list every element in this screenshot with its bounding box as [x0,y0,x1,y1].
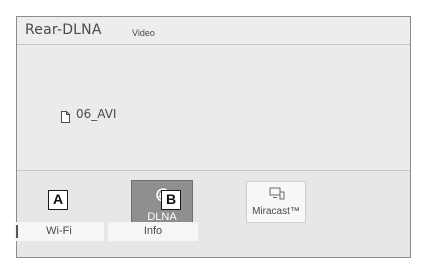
media-type-label: Video [132,28,155,38]
screen-header: Rear-DLNA Video [17,17,410,45]
tab-info-label: Info [143,225,163,237]
tab-wifi[interactable]: Wi-Fi [14,222,104,241]
miracast-icon [269,186,285,200]
file-list-item[interactable]: 06_AVI [61,105,116,123]
document-icon [61,108,70,123]
content-panel: 06_AVI [17,45,410,170]
miracast-source-button[interactable]: Miracast™ [246,181,306,223]
tab-info[interactable]: Info [108,222,198,241]
tab-selected-indicator [16,225,18,238]
tab-wifi-label: Wi-Fi [46,225,72,237]
file-name: 06_AVI [76,107,117,121]
app-title: Rear-DLNA [25,22,102,38]
miracast-source-label: Miracast™ [252,206,300,217]
source-bar: DLNA Miracast™ [17,171,410,257]
callout-label-a: A [48,190,68,210]
callout-label-b: B [161,190,181,210]
